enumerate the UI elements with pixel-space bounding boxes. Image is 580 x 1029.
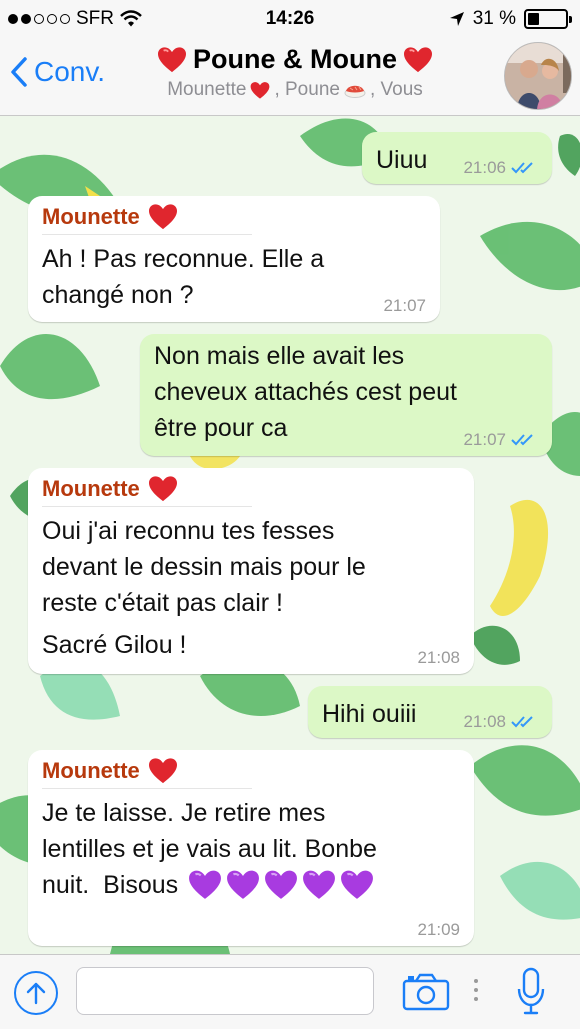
sender-name-text: Mounette — [42, 204, 140, 229]
message-line: lentilles et je vais au lit. Bonbe — [42, 835, 377, 863]
message-meta: 21:06 — [463, 158, 538, 178]
message-time: 21:09 — [417, 920, 460, 939]
heart-icon — [148, 758, 177, 784]
message-line: Je te laisse. Je retire mes — [42, 799, 326, 827]
message-line: nuit. Bisous — [42, 871, 179, 899]
message-time: 21:08 — [463, 712, 506, 731]
status-bar: SFR 14:26 31 % — [0, 0, 580, 38]
message-time: 21:07 — [383, 296, 426, 315]
chat-title-text: Poune & Moune — [193, 44, 397, 74]
message-time: 21:06 — [463, 158, 506, 177]
chat-header: Conv. Poune & Moune Mounette , Poune , V… — [0, 38, 580, 116]
battery-icon — [524, 9, 572, 29]
message-line: devant le dessin mais pour le — [42, 553, 366, 581]
back-label: Conv. — [34, 56, 106, 87]
message-meta: 21:08 — [463, 712, 538, 732]
purple-heart-icon — [341, 870, 374, 899]
sender-name: Mounette — [42, 474, 460, 504]
message-input[interactable] — [76, 967, 374, 1015]
back-chevron-icon — [11, 57, 27, 87]
chat-title: Poune & Moune — [130, 44, 460, 75]
message-meta: 21:09 — [417, 920, 460, 940]
message-text: Uiuu — [376, 146, 428, 174]
purple-heart-icon — [227, 870, 260, 899]
message-incoming[interactable]: Mounette Ah ! Pas reconnue. Elle a chang… — [28, 196, 440, 322]
heart-icon — [148, 476, 177, 502]
sender-divider — [42, 234, 252, 235]
voice-message-button[interactable] — [516, 967, 546, 1022]
microphone-icon — [517, 967, 545, 1015]
message-line: Oui j'ai reconnu tes fesses — [42, 517, 335, 545]
sender-name-text: Mounette — [42, 476, 140, 501]
message-meta: 21:07 — [463, 430, 538, 450]
location-arrow-icon — [449, 12, 464, 26]
back-button[interactable]: Conv. — [10, 56, 105, 88]
sender-name: Mounette — [42, 202, 426, 232]
heart-icon — [158, 46, 186, 72]
double-check-icon — [511, 162, 533, 174]
message-incoming[interactable]: Mounette Oui j'ai reconnu tes fesses dev… — [28, 468, 474, 674]
message-meta: 21:07 — [383, 296, 426, 316]
message-input-bar — [0, 954, 580, 1029]
purple-heart-icon — [189, 870, 222, 899]
message-line: Ah ! Pas reconnue. Elle a — [42, 245, 325, 273]
purple-heart-icon — [303, 870, 336, 899]
double-check-icon — [511, 434, 533, 446]
sender-name-text: Mounette — [42, 758, 140, 783]
message-text: Hihi ouiii — [322, 700, 417, 728]
participants-list: Mounette , Poune , Vous — [130, 79, 460, 101]
chat-title-block[interactable]: Poune & Moune Mounette , Poune , Vous — [130, 44, 460, 101]
message-incoming[interactable]: Mounette Je te laisse. Je retire mes len… — [28, 750, 474, 946]
message-line: reste c'était pas clair ! — [42, 589, 283, 617]
sender-name: Mounette — [42, 756, 460, 786]
message-outgoing[interactable]: Non mais elle avait les cheveux attachés… — [140, 334, 552, 456]
heart-icon — [148, 204, 177, 230]
message-line: Non mais elle avait les — [154, 342, 405, 370]
camera-icon — [402, 973, 450, 1011]
message-line: Sacré Gilou ! — [42, 631, 187, 659]
participant-poune: , Poune — [274, 79, 340, 100]
message-time: 21:07 — [463, 430, 506, 449]
share-button[interactable] — [14, 971, 58, 1015]
status-right: 31 % — [449, 8, 572, 30]
heart-icon — [251, 81, 270, 99]
participant-mounette: Mounette — [167, 79, 247, 100]
message-meta: 21:08 — [417, 648, 460, 668]
message-line: changé non ? — [42, 281, 194, 309]
heart-icon — [404, 46, 432, 72]
battery-percent: 31 % — [472, 8, 516, 29]
message-outgoing[interactable]: Uiuu 21:06 — [362, 132, 552, 184]
participant-you: , Vous — [369, 79, 423, 100]
purple-heart-icon — [265, 870, 298, 899]
sender-divider — [42, 506, 252, 507]
message-time: 21:08 — [417, 648, 460, 667]
group-avatar[interactable] — [504, 42, 572, 110]
message-last-line: nuit. Bisous — [42, 867, 460, 903]
upload-icon — [26, 982, 46, 1005]
message-outgoing[interactable]: Hihi ouiii 21:08 — [308, 686, 552, 738]
sender-divider — [42, 788, 252, 789]
sushi-icon — [344, 85, 366, 98]
double-check-icon — [511, 716, 533, 728]
camera-button[interactable] — [402, 973, 450, 1016]
message-line: cheveux attachés cest peut — [154, 378, 457, 406]
more-options-icon[interactable] — [474, 979, 478, 1001]
